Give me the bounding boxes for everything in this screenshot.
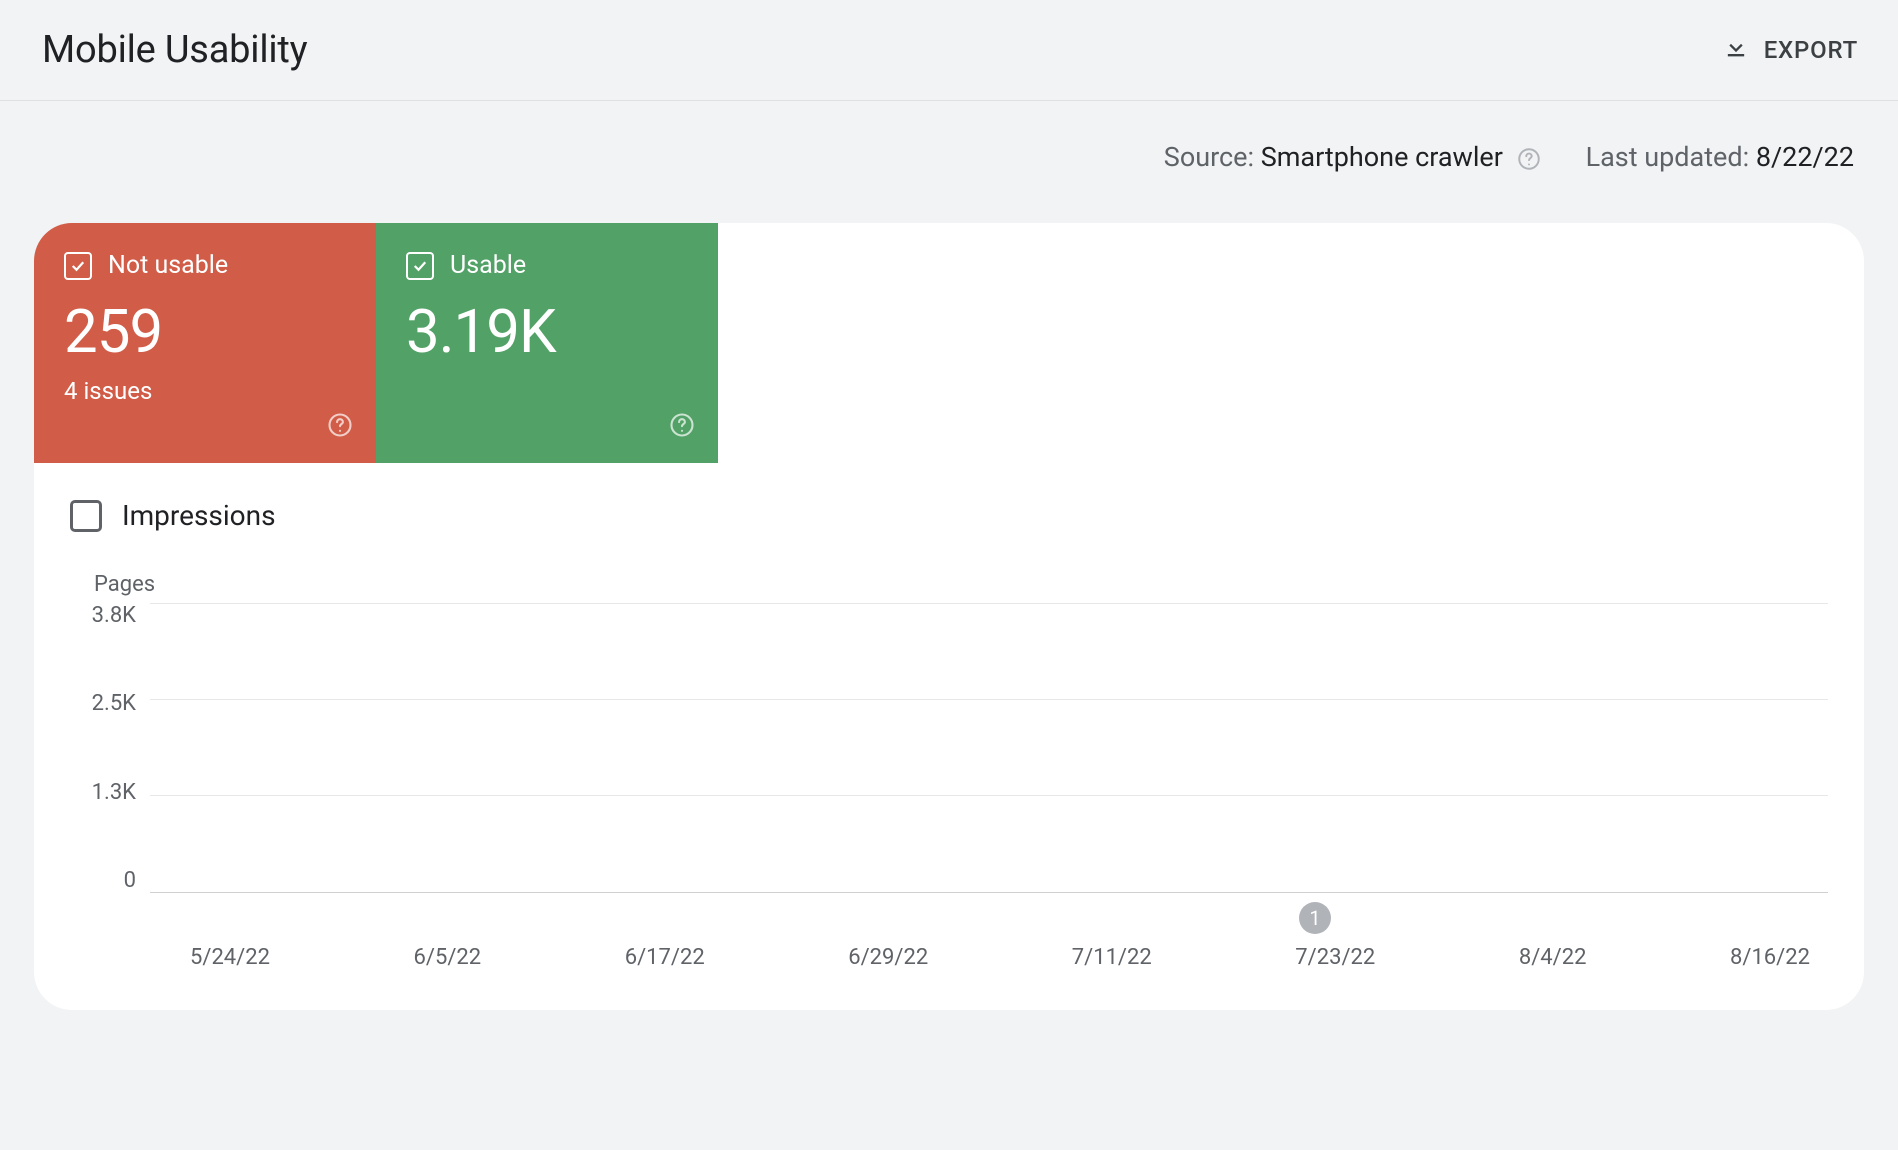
impressions-checkbox[interactable] xyxy=(70,500,102,532)
impressions-toggle-row: Impressions xyxy=(34,463,1864,542)
y-tick: 1.3K xyxy=(70,780,136,805)
download-icon xyxy=(1722,33,1750,67)
help-icon[interactable] xyxy=(668,411,696,443)
not-usable-card[interactable]: Not usable 259 4 issues xyxy=(34,223,376,463)
not-usable-issues: 4 issues xyxy=(64,377,346,405)
page-title: Mobile Usability xyxy=(42,28,307,72)
x-tick: 5/24/22 xyxy=(190,945,270,970)
y-tick: 0 xyxy=(70,868,136,893)
chart-y-label: Pages xyxy=(94,572,1828,597)
usable-value: 3.19K xyxy=(406,296,688,367)
x-tick: 7/23/22 xyxy=(1295,945,1375,970)
usable-card[interactable]: Usable 3.19K xyxy=(376,223,718,463)
meta-row: Source: Smartphone crawler Last updated:… xyxy=(0,101,1898,223)
usable-label: Usable xyxy=(450,251,526,280)
export-label: EXPORT xyxy=(1764,36,1858,64)
y-tick: 3.8K xyxy=(70,603,136,628)
checkbox-checked-icon[interactable] xyxy=(406,252,434,280)
source-value: Smartphone crawler xyxy=(1261,141,1503,173)
page-header: Mobile Usability EXPORT xyxy=(0,0,1898,101)
x-tick: 7/11/22 xyxy=(1072,945,1152,970)
chart-x-axis: 5/24/22 6/5/22 6/17/22 6/29/22 7/11/22 7/23/2… xyxy=(190,945,1810,970)
last-updated-value: 8/22/22 xyxy=(1756,141,1854,173)
x-tick: 6/29/22 xyxy=(848,945,928,970)
last-updated-label: Last updated: xyxy=(1586,141,1756,173)
not-usable-value: 259 xyxy=(64,296,346,367)
checkbox-checked-icon[interactable] xyxy=(64,252,92,280)
not-usable-label: Not usable xyxy=(108,251,228,280)
x-tick: 6/17/22 xyxy=(625,945,705,970)
main-card: Not usable 259 4 issues Usable 3.19K Imp… xyxy=(34,223,1864,1010)
source-info: Source: Smartphone crawler xyxy=(1164,141,1542,173)
impressions-label: Impressions xyxy=(122,499,276,532)
chart-bars xyxy=(190,603,1828,892)
help-icon[interactable] xyxy=(326,411,354,443)
chart-marker[interactable]: 1 xyxy=(1299,902,1331,934)
y-tick: 2.5K xyxy=(70,691,136,716)
x-tick: 6/5/22 xyxy=(414,945,482,970)
last-updated-info: Last updated: 8/22/22 xyxy=(1586,141,1854,173)
x-tick: 8/16/22 xyxy=(1730,945,1810,970)
chart-area: Pages 3.8K 2.5K 1.3K 0 1 5/24/22 6/5/22 6/17/… xyxy=(34,542,1864,1010)
chart-plot[interactable]: 1 xyxy=(150,603,1828,893)
metric-cards-row: Not usable 259 4 issues Usable 3.19K xyxy=(34,223,1864,463)
chart-y-axis: 3.8K 2.5K 1.3K 0 xyxy=(70,603,150,893)
source-label: Source: xyxy=(1164,141,1261,173)
x-tick: 8/4/22 xyxy=(1519,945,1587,970)
help-icon[interactable] xyxy=(1516,146,1542,172)
export-button[interactable]: EXPORT xyxy=(1722,33,1858,67)
